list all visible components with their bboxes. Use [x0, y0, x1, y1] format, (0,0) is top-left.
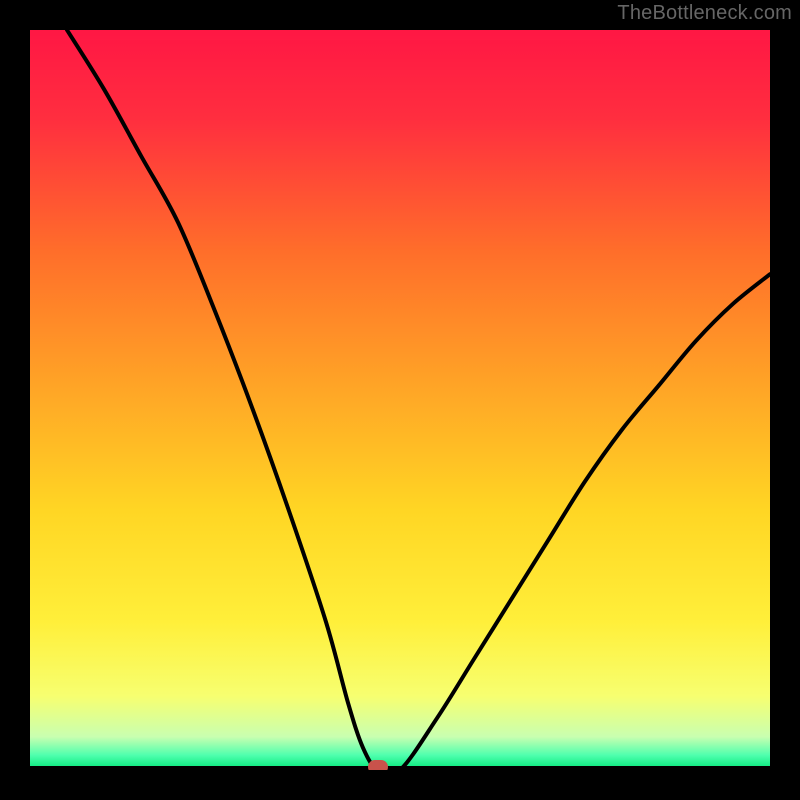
- chart-frame: TheBottleneck.com: [0, 0, 800, 800]
- watermark-text: TheBottleneck.com: [617, 2, 792, 25]
- optimal-marker: [368, 760, 388, 770]
- plot-area: [30, 30, 770, 770]
- bottleneck-curve: [30, 30, 770, 770]
